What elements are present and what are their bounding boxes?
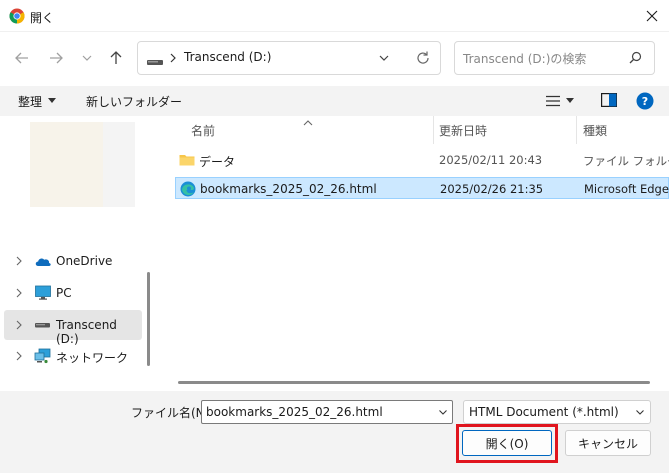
sidebar-item-transcend-drive[interactable]: Transcend (D:) (4, 310, 142, 346)
address-bar[interactable] (137, 41, 441, 75)
column-divider[interactable] (576, 116, 577, 144)
chevron-right-icon[interactable] (14, 255, 24, 267)
column-divider[interactable] (433, 116, 434, 144)
caret-down-icon (48, 98, 57, 103)
chevron-down-icon (82, 55, 92, 61)
drive-icon (147, 55, 163, 65)
file-type: ファイル フォルダー (583, 154, 669, 168)
file-type-value[interactable]: HTML Document (*.html) (469, 405, 619, 419)
new-folder-button[interactable]: 新しいフォルダー (86, 93, 182, 110)
caret-down-icon (566, 98, 574, 103)
chevron-right-icon[interactable] (14, 319, 24, 331)
forward-button[interactable] (44, 46, 68, 70)
chevron-right-icon[interactable] (14, 350, 24, 362)
close-button[interactable] (634, 0, 669, 32)
chevron-down-icon (636, 410, 644, 415)
quick-access-area (103, 122, 135, 207)
sidebar-item-label: ネットワーク (56, 351, 129, 365)
svg-text:?: ? (642, 95, 648, 108)
file-name: bookmarks_2025_02_26.html (200, 182, 377, 196)
column-header-type[interactable]: 種類 (583, 122, 607, 139)
organize-label: 整理 (18, 94, 43, 109)
arrow-up-icon (110, 51, 122, 64)
file-type-dropdown-button[interactable] (634, 406, 646, 418)
horizontal-scrollbar[interactable] (178, 381, 650, 384)
up-folder-button[interactable] (104, 46, 128, 70)
sidebar-item-pc[interactable]: PC (4, 278, 142, 308)
address-history-dropdown[interactable] (376, 50, 392, 66)
file-row[interactable]: bookmarks_2025_02_26.html 2025/02/26 21:… (175, 177, 669, 199)
arrow-left-icon (15, 52, 28, 64)
navigation-scrollbar[interactable] (147, 272, 150, 366)
sidebar-item-network[interactable]: ネットワーク (4, 341, 142, 371)
window-title: 開く (30, 11, 55, 25)
file-name: データ (199, 155, 236, 169)
search-icon[interactable] (627, 50, 643, 66)
sidebar-item-onedrive[interactable]: OneDrive (4, 246, 142, 276)
help-button[interactable]: ? (636, 92, 654, 110)
column-header-modified[interactable]: 更新日時 (439, 122, 487, 139)
arrow-right-icon (50, 52, 63, 64)
sidebar-item-label: OneDrive (56, 254, 113, 268)
network-icon (34, 348, 51, 364)
chevron-right-icon[interactable] (14, 287, 24, 299)
help-icon: ? (636, 92, 654, 110)
chevron-down-icon (439, 410, 447, 415)
chevron-down-icon (379, 55, 389, 61)
search-placeholder[interactable]: Transcend (D:)の検索 (463, 50, 586, 67)
filename-value[interactable]: bookmarks_2025_02_26.html (206, 405, 383, 419)
cancel-button[interactable]: キャンセル (565, 430, 651, 456)
organize-button[interactable]: 整理 (18, 93, 57, 109)
view-options-button[interactable] (546, 92, 582, 110)
pc-monitor-icon (35, 285, 51, 300)
list-view-icon (546, 95, 560, 107)
column-header-name[interactable]: 名前 (191, 122, 215, 139)
address-path[interactable]: Transcend (D:) (184, 50, 271, 64)
title-bar (0, 0, 669, 32)
close-icon (646, 10, 657, 22)
recent-locations-button[interactable] (76, 46, 98, 70)
preview-pane-icon (601, 93, 618, 108)
file-modified: 2025/02/11 20:43 (439, 153, 543, 167)
onedrive-cloud-icon (35, 258, 51, 266)
sort-ascending-icon (302, 116, 314, 126)
preview-pane-button[interactable] (601, 93, 618, 108)
filename-dropdown-button[interactable] (437, 406, 449, 418)
back-button[interactable] (10, 46, 34, 70)
drive-icon (35, 323, 50, 328)
file-row[interactable]: データ 2025/02/11 20:43 ファイル フォルダー (175, 149, 669, 171)
edge-html-icon (180, 181, 196, 197)
file-modified: 2025/02/26 21:35 (440, 182, 544, 196)
folder-icon (179, 155, 195, 166)
open-button[interactable]: 開く(O) (462, 430, 552, 456)
refresh-icon (417, 51, 429, 64)
chevron-right-icon[interactable] (168, 48, 178, 68)
refresh-button[interactable] (414, 49, 432, 67)
chrome-icon (9, 8, 25, 24)
sidebar-item-label: PC (56, 286, 72, 300)
file-type: Microsoft Edge HTML Document (584, 182, 669, 196)
